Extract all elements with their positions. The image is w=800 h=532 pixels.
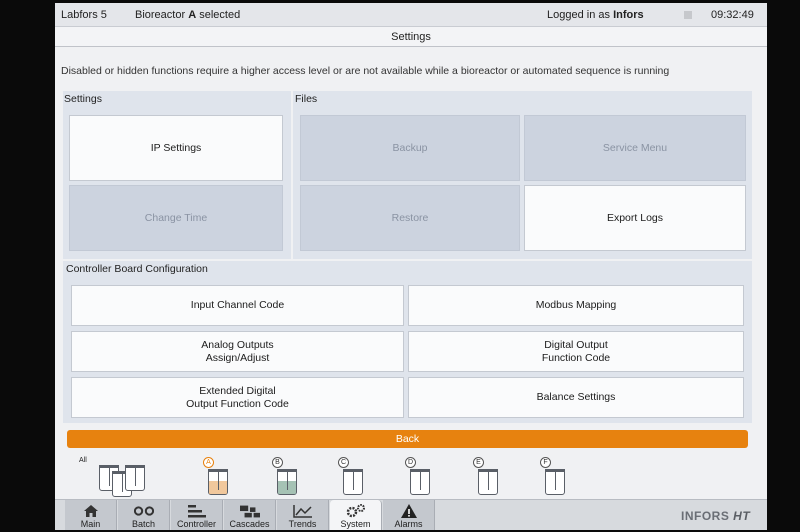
service-menu-button[interactable]: Service Menu [524, 115, 746, 181]
all-vessels-label: All [79, 457, 87, 464]
controller-icon [187, 504, 207, 518]
vessel-d-icon[interactable]: D [405, 457, 435, 497]
clock: 09:32:49 [711, 9, 754, 21]
vessel-selector: All A B C D E F [55, 453, 767, 499]
digital-output-function-code-button[interactable]: Digital Output Function Code [408, 331, 744, 372]
all-vessels-icon[interactable] [97, 457, 153, 497]
settings-panel: Settings IP Settings Change Time [63, 91, 291, 259]
balance-settings-button[interactable]: Balance Settings [408, 377, 744, 418]
backup-button[interactable]: Backup [300, 115, 520, 181]
trends-icon [292, 504, 313, 518]
back-button[interactable]: Back [67, 430, 748, 448]
settings-panel-title: Settings [64, 93, 102, 105]
device-name: Labfors 5 [61, 9, 107, 21]
nav-tab-alarms[interactable]: Alarms [383, 500, 435, 530]
files-panel: Files Backup Service Menu Restore Export… [293, 91, 752, 259]
nav-tab-controller[interactable]: Controller [171, 500, 223, 530]
vessel-e-icon[interactable]: E [473, 457, 503, 497]
monitor-bezel: Labfors 5 Bioreactor A selected Logged i… [0, 0, 800, 532]
vessel-c-icon[interactable]: C [338, 457, 368, 497]
nav-tab-batch[interactable]: Batch [118, 500, 170, 530]
logged-in-user: Logged in as Infors [547, 9, 644, 21]
controller-panel-title: Controller Board Configuration [66, 263, 208, 275]
files-panel-title: Files [295, 93, 318, 105]
export-logs-button[interactable]: Export Logs [524, 185, 746, 251]
warning-icon [399, 504, 419, 518]
bottom-navigation: Main Batch Controller Cascades Trends Sy… [55, 499, 767, 530]
ip-settings-button[interactable]: IP Settings [69, 115, 283, 181]
analog-outputs-button[interactable]: Analog Outputs Assign/Adjust [71, 331, 404, 372]
gear-icon [346, 504, 366, 518]
nav-tab-trends[interactable]: Trends [277, 500, 329, 530]
vessel-f-icon[interactable]: F [540, 457, 570, 497]
cascades-icon [239, 504, 260, 518]
status-indicator-icon [684, 11, 692, 19]
status-bar: Labfors 5 Bioreactor A selected Logged i… [55, 3, 767, 27]
change-time-button[interactable]: Change Time [69, 185, 283, 251]
extended-digital-output-button[interactable]: Extended Digital Output Function Code [71, 377, 404, 418]
home-icon [81, 504, 101, 518]
nav-tab-cascades[interactable]: Cascades [224, 500, 276, 530]
screen: Labfors 5 Bioreactor A selected Logged i… [55, 3, 767, 530]
infors-logo: INFORS HT [681, 509, 751, 523]
restore-button[interactable]: Restore [300, 185, 520, 251]
page-title: Settings [55, 27, 767, 47]
vessel-b-icon[interactable]: B [272, 457, 302, 497]
modbus-mapping-button[interactable]: Modbus Mapping [408, 285, 744, 326]
vessel-a-icon[interactable]: A [203, 457, 233, 497]
access-notice: Disabled or hidden functions require a h… [61, 65, 670, 77]
batch-icon [133, 504, 154, 518]
selected-bioreactor: Bioreactor A selected [135, 9, 241, 21]
nav-tab-main[interactable]: Main [65, 500, 117, 530]
nav-tab-system[interactable]: System [330, 500, 382, 530]
controller-board-panel: Controller Board Configuration Input Cha… [63, 261, 752, 423]
input-channel-code-button[interactable]: Input Channel Code [71, 285, 404, 326]
